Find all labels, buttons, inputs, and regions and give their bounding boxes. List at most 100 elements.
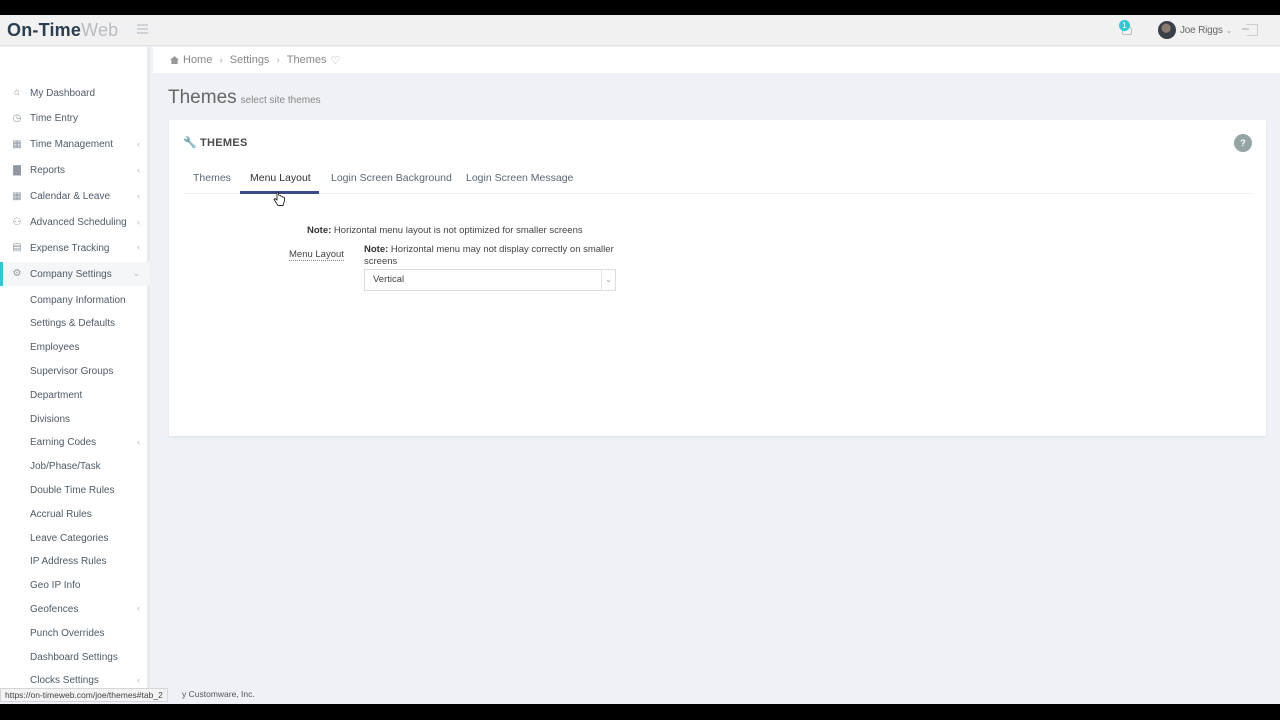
calendar-icon: ▦ <box>12 138 22 150</box>
app-window: On-TimeWeb 1 Joe Riggs ⌄ ⌂ My Dashboard ◷ T… <box>0 15 1280 704</box>
sidebar-subitem-label: Job/Phase/Task <box>30 461 101 473</box>
user-name: Joe Riggs <box>1180 24 1223 36</box>
sidebar-subitem[interactable]: Leave Categories <box>0 527 150 549</box>
menu-layout-label: Menu Layout <box>289 249 344 261</box>
breadcrumb-themes: Themes <box>286 54 327 66</box>
notification-badge: 1 <box>1119 20 1130 31</box>
sidebar-subitem-label: Employees <box>30 342 80 354</box>
menu-layout-select[interactable]: Vertical ⌄ <box>364 269 616 291</box>
clock-icon: ◷ <box>12 112 22 124</box>
sidebar-subitem-label: Leave Categories <box>30 532 109 544</box>
sidebar-subitem-label: Department <box>30 389 83 401</box>
breadcrumb-settings[interactable]: Settings <box>230 54 270 66</box>
chevron-down-icon: ⌄ <box>132 268 140 279</box>
breadcrumb: Home › Settings › Themes ♡ <box>153 47 1280 73</box>
note-text: Horizontal menu layout is not optimized … <box>331 225 583 236</box>
chevron-down-icon: ⌄ <box>601 270 615 290</box>
sidebar: ⌂ My Dashboard ◷ Time Entry ▦ Time Management… <box>0 47 150 704</box>
sidebar-subitem[interactable]: Earning Codes ‹ <box>0 432 150 454</box>
sidebar-item[interactable]: ⚇ Advanced Scheduling ‹ <box>0 211 150 235</box>
sidebar-subitem-label: Accrual Rules <box>30 508 92 520</box>
sidebar-item-label: Advanced Scheduling <box>30 217 127 228</box>
sidebar-item[interactable]: ▦ Calendar & Leave ‹ <box>0 185 150 209</box>
home-icon: ⌂ <box>13 87 21 98</box>
tab-bar: Themes Menu Layout Login Screen Backgrou… <box>183 172 1252 194</box>
status-bar-url: https://on-timeweb.com/joe/themes#tab_2 <box>0 688 168 702</box>
chevron-left-icon: ‹ <box>137 216 140 227</box>
chevron-right-icon: › <box>219 54 223 66</box>
sidebar-subitem-label: Punch Overrides <box>30 627 105 639</box>
avatar <box>1158 21 1176 39</box>
heart-icon[interactable]: ♡ <box>331 54 341 67</box>
footer: y Customware, Inc. https://on-timeweb.co… <box>0 688 1280 704</box>
logo-light-text: Web <box>81 20 119 40</box>
copyright-text: y Customware, Inc. <box>182 689 255 699</box>
sidebar-item-label: Calendar & Leave <box>30 191 111 203</box>
sidebar-item[interactable]: ⚙ Company Settings ⌄ <box>0 262 150 287</box>
chevron-down-icon: ⌄ <box>1225 25 1233 35</box>
sidebar-subitem-label: IP Address Rules <box>30 556 107 568</box>
sidebar-item-label: Time Entry <box>30 113 78 125</box>
sidebar-item[interactable]: ⌂ My Dashboard <box>0 81 150 105</box>
chevron-left-icon: ‹ <box>137 436 140 447</box>
notification-bell-icon[interactable]: 1 <box>1119 20 1135 38</box>
sidebar-subitem[interactable]: Dashboard Settings <box>0 646 150 668</box>
logo-bold-text: On-Time <box>7 20 82 40</box>
page-subtitle: select site themes <box>240 95 321 106</box>
menu-layout-help-note: Note: Horizontal menu may not display co… <box>364 244 624 268</box>
sidebar-subitem[interactable]: IP Address Rules <box>0 551 150 573</box>
app-logo[interactable]: On-TimeWeb <box>7 20 118 41</box>
portlet-title-text: THEMES <box>200 136 248 149</box>
logout-icon[interactable] <box>1242 24 1258 36</box>
sidebar-item[interactable]: ▇ Reports ‹ <box>0 159 150 183</box>
chevron-left-icon: ‹ <box>137 674 140 685</box>
wrench-icon: 🔧 <box>183 137 197 149</box>
sidebar-subitem-label: Double Time Rules <box>30 484 115 496</box>
sidebar-subitem[interactable]: Geo IP Info <box>0 575 150 597</box>
sidebar-subitem[interactable]: Double Time Rules <box>0 479 150 501</box>
sidebar-subitem[interactable]: Settings & Defaults <box>0 313 150 335</box>
chevron-left-icon: ‹ <box>137 138 140 149</box>
note-label: Note: <box>364 244 389 255</box>
tab-login-screen-message[interactable]: Login Screen Message <box>466 172 573 194</box>
sidebar-subitem[interactable]: Employees <box>0 337 150 359</box>
gears-icon: ⚙ <box>12 268 22 280</box>
sidebar-subitem[interactable]: Divisions <box>0 408 150 430</box>
top-bar: On-TimeWeb 1 Joe Riggs ⌄ <box>0 15 1280 46</box>
sidebar-subitem[interactable]: Punch Overrides <box>0 622 150 644</box>
sidebar-item-label: My Dashboard <box>30 87 96 99</box>
note-text: Horizontal menu may not display correctl… <box>364 244 614 267</box>
sidebar-item[interactable]: ▦ Time Management ‹ <box>0 133 150 157</box>
menu-toggle-icon[interactable] <box>137 24 148 34</box>
sidebar-subitem-label: Earning Codes <box>30 437 97 449</box>
breadcrumb-home[interactable]: Home <box>183 54 212 66</box>
bar-chart-icon: ▇ <box>13 164 21 176</box>
sidebar-subitem[interactable]: Geofences ‹ <box>0 598 150 620</box>
tab-login-screen-background[interactable]: Login Screen Background <box>331 172 452 194</box>
sidebar-subitem[interactable]: Job/Phase/Task <box>0 456 150 478</box>
sidebar-subitem-label: Geo IP Info <box>30 580 81 592</box>
sidebar-subitem-label: Company Information <box>30 294 126 306</box>
hand-cursor-icon <box>273 191 285 206</box>
sidebar-subitem-label: Divisions <box>30 413 71 425</box>
sidebar-item[interactable]: ▤ Expense Tracking ‹ <box>0 236 150 260</box>
page-title-text: Themes <box>168 87 237 108</box>
sidebar-item[interactable]: ◷ Time Entry <box>0 107 150 131</box>
sidebar-subitem-label: Dashboard Settings <box>30 651 118 663</box>
page-title: Themes select site themes <box>168 87 321 109</box>
sidebar-subitem[interactable]: Accrual Rules <box>0 503 150 525</box>
themes-portlet: 🔧 THEMES ? Themes Menu Layout Login Scre… <box>169 120 1266 436</box>
sidebar-subitem-label: Supervisor Groups <box>30 365 114 377</box>
chevron-left-icon: ‹ <box>137 242 140 253</box>
sidebar-item-label: Expense Tracking <box>30 242 110 254</box>
user-menu[interactable]: Joe Riggs ⌄ <box>1158 21 1232 39</box>
home-icon <box>170 56 179 64</box>
sidebar-item-label: Time Management <box>30 139 113 151</box>
sidebar-subitem[interactable]: Supervisor Groups <box>0 360 150 382</box>
sidebar-subitem[interactable]: Company Information <box>0 289 150 311</box>
sidebar-subitem-label: Geofences <box>30 603 79 615</box>
tab-themes[interactable]: Themes <box>193 172 231 194</box>
calendar-icon: ▦ <box>12 190 22 202</box>
help-button[interactable]: ? <box>1234 134 1252 152</box>
sidebar-subitem[interactable]: Department <box>0 384 150 406</box>
